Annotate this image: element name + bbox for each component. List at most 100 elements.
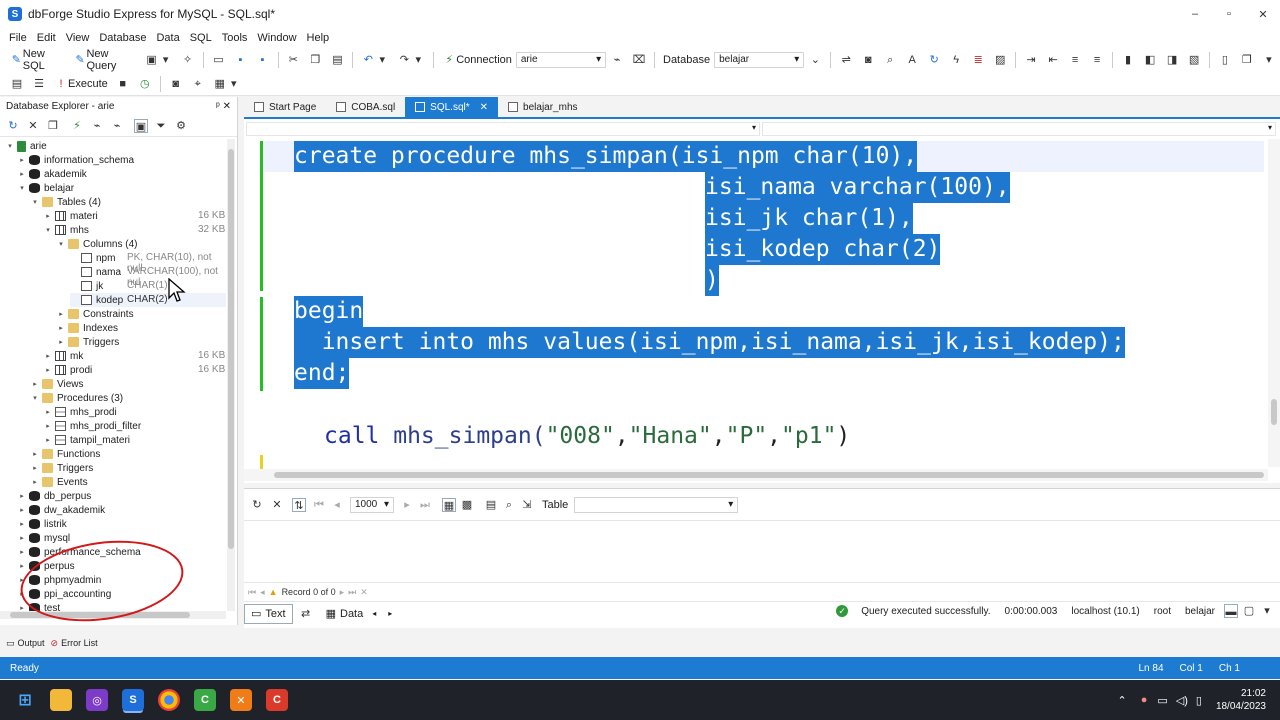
- template-button[interactable]: ▣ ▾: [141, 50, 177, 70]
- panel-restore-icon[interactable]: ▢: [1242, 604, 1256, 618]
- tree-item-procedure[interactable]: ▸ mhs_prodi_filter: [44, 419, 141, 433]
- tab-text[interactable]: ▭ Text: [244, 603, 293, 624]
- table-view-icon[interactable]: ▤: [484, 498, 498, 512]
- windows-start-icon[interactable]: ⊞: [14, 689, 36, 711]
- next-record-icon[interactable]: ▸: [340, 587, 345, 598]
- expand-arrow-icon[interactable]: ▾: [6, 142, 14, 150]
- menu-file[interactable]: File: [4, 32, 32, 44]
- expand-arrow-icon[interactable]: ▸: [44, 436, 52, 444]
- clear-bookmarks-button[interactable]: ▧: [1183, 50, 1205, 70]
- tree-item-folder[interactable]: ▾ Tables (4): [31, 195, 101, 209]
- tree-item-db[interactable]: ▸ listrik: [18, 517, 67, 531]
- file-explorer-icon[interactable]: [50, 689, 72, 711]
- tree-item-table[interactable]: ▸ prodi: [44, 363, 92, 377]
- next-tab-icon[interactable]: ▸: [388, 609, 392, 618]
- history-button[interactable]: ◷: [134, 74, 156, 94]
- code-area[interactable]: create procedure mhs_simpan(isi_npm char…: [294, 141, 1264, 471]
- prev-bookmark-button[interactable]: ◧: [1139, 50, 1161, 70]
- tab-start-page[interactable]: Start Page: [244, 97, 326, 117]
- format-button[interactable]: ⇌: [835, 50, 857, 70]
- volume-icon[interactable]: ◁): [1176, 694, 1188, 707]
- panel-layout-icon[interactable]: ▬: [1224, 604, 1238, 618]
- cut-button[interactable]: ✂: [282, 50, 304, 70]
- codeblocks-icon[interactable]: C: [194, 689, 216, 711]
- tree-item-db[interactable]: ▸ information_schema: [18, 153, 134, 167]
- chevron-up-icon[interactable]: ⌃: [1117, 694, 1126, 707]
- tree-item-db[interactable]: ▸ akademik: [18, 167, 87, 181]
- tree-item-folder[interactable]: ▸ Triggers: [31, 461, 93, 475]
- expand-arrow-icon[interactable]: ▾: [31, 198, 39, 206]
- refresh-icon[interactable]: ↻: [6, 119, 20, 133]
- expand-arrow-icon[interactable]: ▸: [18, 170, 26, 178]
- refresh-button[interactable]: ↻: [923, 50, 945, 70]
- copy-button[interactable]: ❐: [304, 50, 326, 70]
- export-icon[interactable]: ⇲: [520, 498, 534, 512]
- clock[interactable]: 21:02 18/04/2023: [1216, 687, 1266, 713]
- bolt-button[interactable]: ϟ: [945, 50, 967, 70]
- tree-item-table[interactable]: ▾ mhs: [44, 223, 89, 237]
- scrollbar-thumb[interactable]: [274, 472, 1264, 478]
- tree-item-procedure[interactable]: ▸ tampil_materi: [44, 433, 130, 447]
- cancel-icon[interactable]: ✕: [270, 498, 284, 512]
- expand-arrow-icon[interactable]: ▸: [44, 366, 52, 374]
- tree-item-column[interactable]: npm: [70, 251, 115, 265]
- tree-item-db[interactable]: ▸ dw_akademik: [18, 503, 105, 517]
- expand-arrow-icon[interactable]: ▸: [31, 380, 39, 388]
- more-button[interactable]: ▾: [1258, 50, 1280, 70]
- expand-arrow-icon[interactable]: ▸: [18, 548, 26, 556]
- transpose-icon[interactable]: ⇅: [292, 497, 306, 512]
- first-record-icon[interactable]: ⏮: [248, 587, 256, 598]
- tree-item-folder[interactable]: ▾ Procedures (3): [31, 391, 123, 405]
- menu-edit[interactable]: Edit: [32, 32, 61, 44]
- new-connection-icon[interactable]: ⚡: [70, 119, 84, 133]
- tree-item-procedure[interactable]: ▸ mhs_prodi: [44, 405, 116, 419]
- network-icon[interactable]: ▭: [1157, 694, 1167, 707]
- bookmark-button[interactable]: ▮: [1117, 50, 1139, 70]
- plan-button[interactable]: ⌖: [187, 74, 209, 94]
- disconnect-button[interactable]: ⌁: [606, 50, 628, 70]
- document-button[interactable]: ▯: [1214, 50, 1236, 70]
- swap-icon[interactable]: ⇄: [299, 607, 313, 621]
- database-options-button[interactable]: ⌄: [804, 50, 826, 70]
- tab-output[interactable]: ▭ Output: [6, 638, 45, 649]
- expand-arrow-icon[interactable]: ▸: [18, 506, 26, 514]
- filter-icon[interactable]: ⏷: [154, 119, 168, 133]
- tree-item-folder[interactable]: ▸ Views: [31, 377, 83, 391]
- expand-arrow-icon[interactable]: ▸: [44, 352, 52, 360]
- tree-item-column[interactable]: jk: [70, 279, 103, 293]
- close-connection-icon[interactable]: ✕: [26, 119, 40, 133]
- tree-item-folder[interactable]: ▸ Triggers: [57, 335, 119, 349]
- expand-arrow-icon[interactable]: ▸: [31, 464, 39, 472]
- undo-button[interactable]: ↶ ▾: [357, 50, 393, 70]
- tree-item-folder[interactable]: ▸ Indexes: [57, 321, 118, 335]
- paste-button[interactable]: ▤: [326, 50, 348, 70]
- menu-help[interactable]: Help: [302, 32, 335, 44]
- last-page-icon[interactable]: ⏭: [418, 498, 432, 512]
- grid-view-icon[interactable]: ▦: [442, 497, 456, 512]
- connection-button[interactable]: ⚡ Connection: [438, 50, 516, 70]
- member-select[interactable]: ▾: [762, 122, 1276, 136]
- run-script-button[interactable]: ▤: [6, 74, 28, 94]
- expand-arrow-icon[interactable]: ▾: [18, 184, 26, 192]
- xampp-icon[interactable]: ✕: [230, 689, 252, 711]
- menu-database[interactable]: Database: [94, 32, 151, 44]
- filter-mode-icon[interactable]: ▣: [134, 118, 148, 133]
- menu-sql[interactable]: SQL: [185, 32, 217, 44]
- tab-error-list[interactable]: ⊘ Error List: [51, 638, 98, 649]
- execute-button[interactable]: ! Execute: [50, 74, 112, 94]
- close-button[interactable]: ✕: [1246, 0, 1280, 28]
- microphone-icon[interactable]: ●: [1141, 694, 1148, 706]
- expand-arrow-icon[interactable]: ▾: [44, 226, 52, 234]
- refresh-icon[interactable]: ↻: [250, 498, 264, 512]
- duplicate-icon[interactable]: ❐: [46, 119, 60, 133]
- maximize-button[interactable]: ▫: [1212, 0, 1246, 28]
- tree-item-folder[interactable]: ▸ Constraints: [57, 307, 133, 321]
- tree-item-db[interactable]: ▸ db_perpus: [18, 489, 91, 503]
- expand-arrow-icon[interactable]: ▸: [31, 450, 39, 458]
- explorer-close-icon[interactable]: ✕: [223, 101, 231, 112]
- expand-arrow-icon[interactable]: ▸: [18, 492, 26, 500]
- media-app-icon[interactable]: ◎: [86, 689, 108, 711]
- find-button[interactable]: ⌕: [879, 50, 901, 70]
- expand-arrow-icon[interactable]: ▸: [44, 212, 52, 220]
- connection-select[interactable]: arie ▾: [515, 52, 607, 68]
